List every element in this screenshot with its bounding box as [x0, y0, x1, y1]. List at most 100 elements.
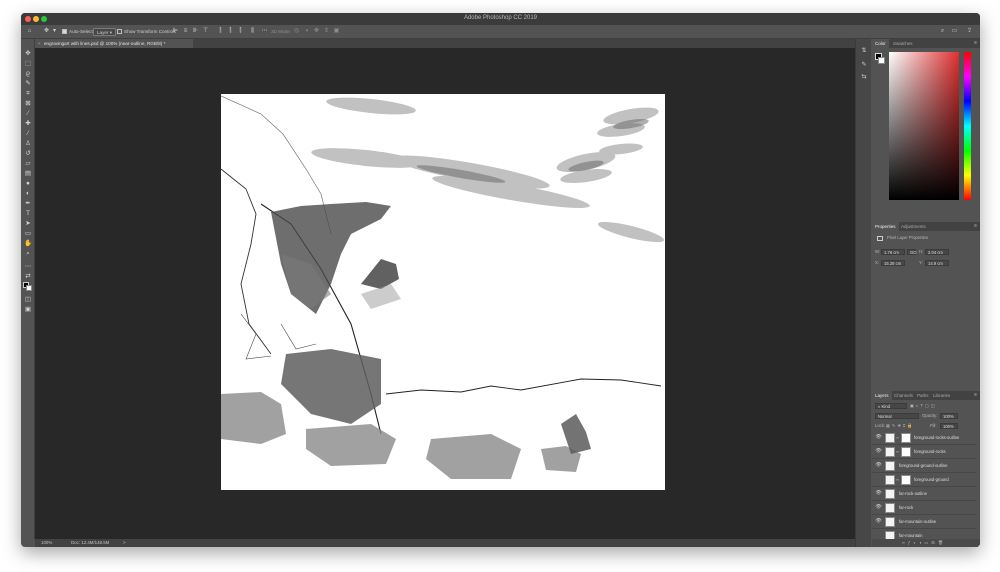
path-select-tool-icon[interactable]: ➤ — [24, 220, 32, 228]
eye-hidden-icon[interactable]: 👁 — [875, 532, 882, 539]
distribute-center-icon[interactable]: ⫿ — [227, 28, 234, 35]
healing-brush-tool-icon[interactable]: ✚ — [24, 120, 32, 128]
quick-mask-icon[interactable]: ◫ — [24, 296, 32, 304]
3d-pan-icon[interactable]: ✥ — [313, 28, 320, 35]
type-tool-icon[interactable]: T — [24, 210, 32, 218]
brush-settings-icon[interactable]: ✎ — [860, 61, 868, 69]
show-transform-checkbox[interactable]: Show Transform Controls — [117, 28, 176, 36]
y-field[interactable]: 14.9 cm — [925, 260, 949, 266]
layer-row[interactable]: 👁 far-rock — [872, 501, 976, 515]
search-icon[interactable]: ⌕ — [939, 28, 946, 35]
tab-paths[interactable]: Paths — [914, 391, 932, 400]
3d-roll-icon[interactable]: ◑ — [303, 28, 310, 35]
crop-tool-icon[interactable]: ⌗ — [24, 90, 32, 98]
screen-mode-icon[interactable]: ▣ — [24, 306, 32, 314]
workspace-icon[interactable]: ▭ — [951, 28, 958, 35]
3d-slide-icon[interactable]: ⇕ — [323, 28, 330, 35]
tab-channels[interactable]: Channels — [891, 391, 916, 400]
3d-scale-icon[interactable]: ▣ — [333, 28, 340, 35]
frame-tool-icon[interactable]: ⊠ — [24, 100, 32, 108]
height-field[interactable]: 2.04 cm — [925, 249, 949, 255]
color-panel-menu-icon[interactable]: ≡ — [974, 39, 977, 48]
rectangle-tool-icon[interactable]: ▭ — [24, 230, 32, 238]
layer-mask-thumbnail[interactable] — [901, 447, 911, 457]
quick-select-tool-icon[interactable]: ✎ — [24, 80, 32, 88]
layer-mask-thumbnail[interactable] — [901, 433, 911, 443]
layer-row[interactable]: 👁 ∞ foreground-rocks-outline — [872, 431, 976, 445]
link-dimensions-button[interactable]: GO — [907, 249, 917, 255]
layer-row[interactable]: 👁 far-mountain-outline — [872, 515, 976, 529]
eye-icon[interactable]: 👁 — [875, 462, 882, 469]
tab-layers[interactable]: Layers — [872, 391, 892, 400]
layer-row[interactable]: 👁 ∞ foreground-rocks — [872, 445, 976, 459]
blend-mode-dropdown[interactable]: Normal — [875, 413, 919, 419]
eye-icon[interactable]: 👁 — [875, 434, 882, 441]
lasso-tool-icon[interactable]: ϱ — [24, 70, 32, 78]
clone-stamp-tool-icon[interactable]: ♙ — [24, 140, 32, 148]
tab-swatches[interactable]: Swatches — [890, 39, 916, 48]
layer-filter-icons[interactable]: ▣◐T▢◫ — [910, 403, 937, 409]
zoom-level[interactable]: 100% — [41, 539, 52, 547]
panel-background-swatch[interactable] — [878, 57, 885, 64]
width-field[interactable]: 1.76 cm — [881, 249, 905, 255]
hand-tool-icon[interactable]: ✋ — [24, 240, 32, 248]
status-menu-arrow[interactable]: > — [123, 539, 126, 547]
color-picker-field[interactable] — [889, 52, 959, 200]
swap-colors-icon[interactable]: ⇄ — [24, 273, 32, 281]
auto-select-dropdown[interactable]: Layer ▾ — [93, 28, 117, 36]
layer-mask-thumbnail[interactable] — [901, 475, 911, 485]
artwork-canvas[interactable] — [220, 94, 665, 490]
background-color-swatch[interactable] — [26, 285, 32, 291]
marquee-tool-icon[interactable]: ⬚ — [24, 60, 32, 68]
move-tool-icon[interactable]: ✥ — [24, 50, 32, 58]
3d-orbit-icon[interactable]: ◎ — [293, 28, 300, 35]
more-options-icon[interactable]: ⋯ — [261, 28, 268, 35]
layer-filter-dropdown[interactable]: ⌕ Kind — [875, 403, 907, 409]
eyedropper-tool-icon[interactable]: ⁄ — [24, 110, 32, 118]
pen-tool-icon[interactable]: ✒ — [24, 200, 32, 208]
auto-select-checkbox[interactable]: Auto-Select: — [62, 28, 94, 36]
history-brush-tool-icon[interactable]: ↺ — [24, 150, 32, 158]
distribute-vertical-icon[interactable]: ⫿ — [217, 28, 224, 35]
share-icon[interactable]: ⇪ — [966, 28, 973, 35]
eye-icon[interactable]: 👁 — [875, 448, 882, 455]
gradient-tool-icon[interactable]: ▤ — [24, 170, 32, 178]
close-document-icon[interactable]: × — [38, 39, 41, 48]
eye-icon[interactable]: 👁 — [875, 504, 882, 511]
opacity-field[interactable]: 100% — [940, 413, 958, 419]
tab-properties[interactable]: Properties — [872, 222, 899, 231]
dodge-tool-icon[interactable]: ◐ — [24, 190, 32, 198]
layer-row[interactable]: 👁 ∞ foreground-ground — [872, 473, 976, 487]
fill-field[interactable]: 100% — [940, 423, 958, 429]
brush-tool-icon[interactable]: ∕ — [24, 130, 32, 138]
blur-tool-icon[interactable]: ● — [24, 180, 32, 188]
move-tool-preset-icon[interactable]: ✥ — [43, 28, 50, 35]
hue-slider[interactable] — [964, 52, 971, 200]
layers-footer-icons[interactable]: ∞ƒ◐◑▭⊞🗑 — [902, 540, 946, 546]
tab-color[interactable]: Color — [872, 39, 889, 48]
eye-hidden-icon[interactable]: 👁 — [875, 476, 882, 483]
eye-icon[interactable]: 👁 — [875, 490, 882, 497]
document-size[interactable]: Doc: 12.4M/148.5M — [71, 539, 109, 547]
history-panel-icon[interactable]: ⇅ — [860, 47, 868, 55]
lock-icons[interactable]: ▦✎✥⌗🔒 — [886, 423, 915, 429]
layer-row[interactable]: 👁 foreground-ground-outline — [872, 459, 976, 473]
document-tab[interactable]: × engravingart with lines.psd @ 100% (ne… — [35, 39, 193, 48]
tab-adjustments[interactable]: Adjustments — [898, 222, 929, 231]
distribute-bottom-icon[interactable]: ⫿ — [237, 28, 244, 35]
align-left-icon[interactable]: ⊫ — [172, 28, 179, 35]
align-right-icon[interactable]: ⊪ — [192, 28, 199, 35]
more-tools-icon[interactable]: ⋯ — [24, 263, 32, 271]
chevron-down-icon[interactable]: ▾ — [51, 28, 58, 35]
layers-panel-menu-icon[interactable]: ≡ — [974, 391, 977, 400]
home-icon[interactable]: ⌂ — [26, 28, 33, 35]
canvas-area[interactable] — [35, 48, 855, 539]
eraser-tool-icon[interactable]: ▱ — [24, 160, 32, 168]
eye-icon[interactable]: 👁 — [875, 518, 882, 525]
layer-row[interactable]: 👁 far-rock-outline — [872, 487, 976, 501]
adjustments-icon[interactable]: ⇆ — [860, 73, 868, 81]
align-center-icon[interactable]: ≡ — [182, 28, 189, 35]
distribute-spacing-icon[interactable]: ⫼ — [249, 28, 256, 35]
tab-libraries[interactable]: Libraries — [930, 391, 953, 400]
align-top-icon[interactable]: ⊤ — [202, 28, 209, 35]
